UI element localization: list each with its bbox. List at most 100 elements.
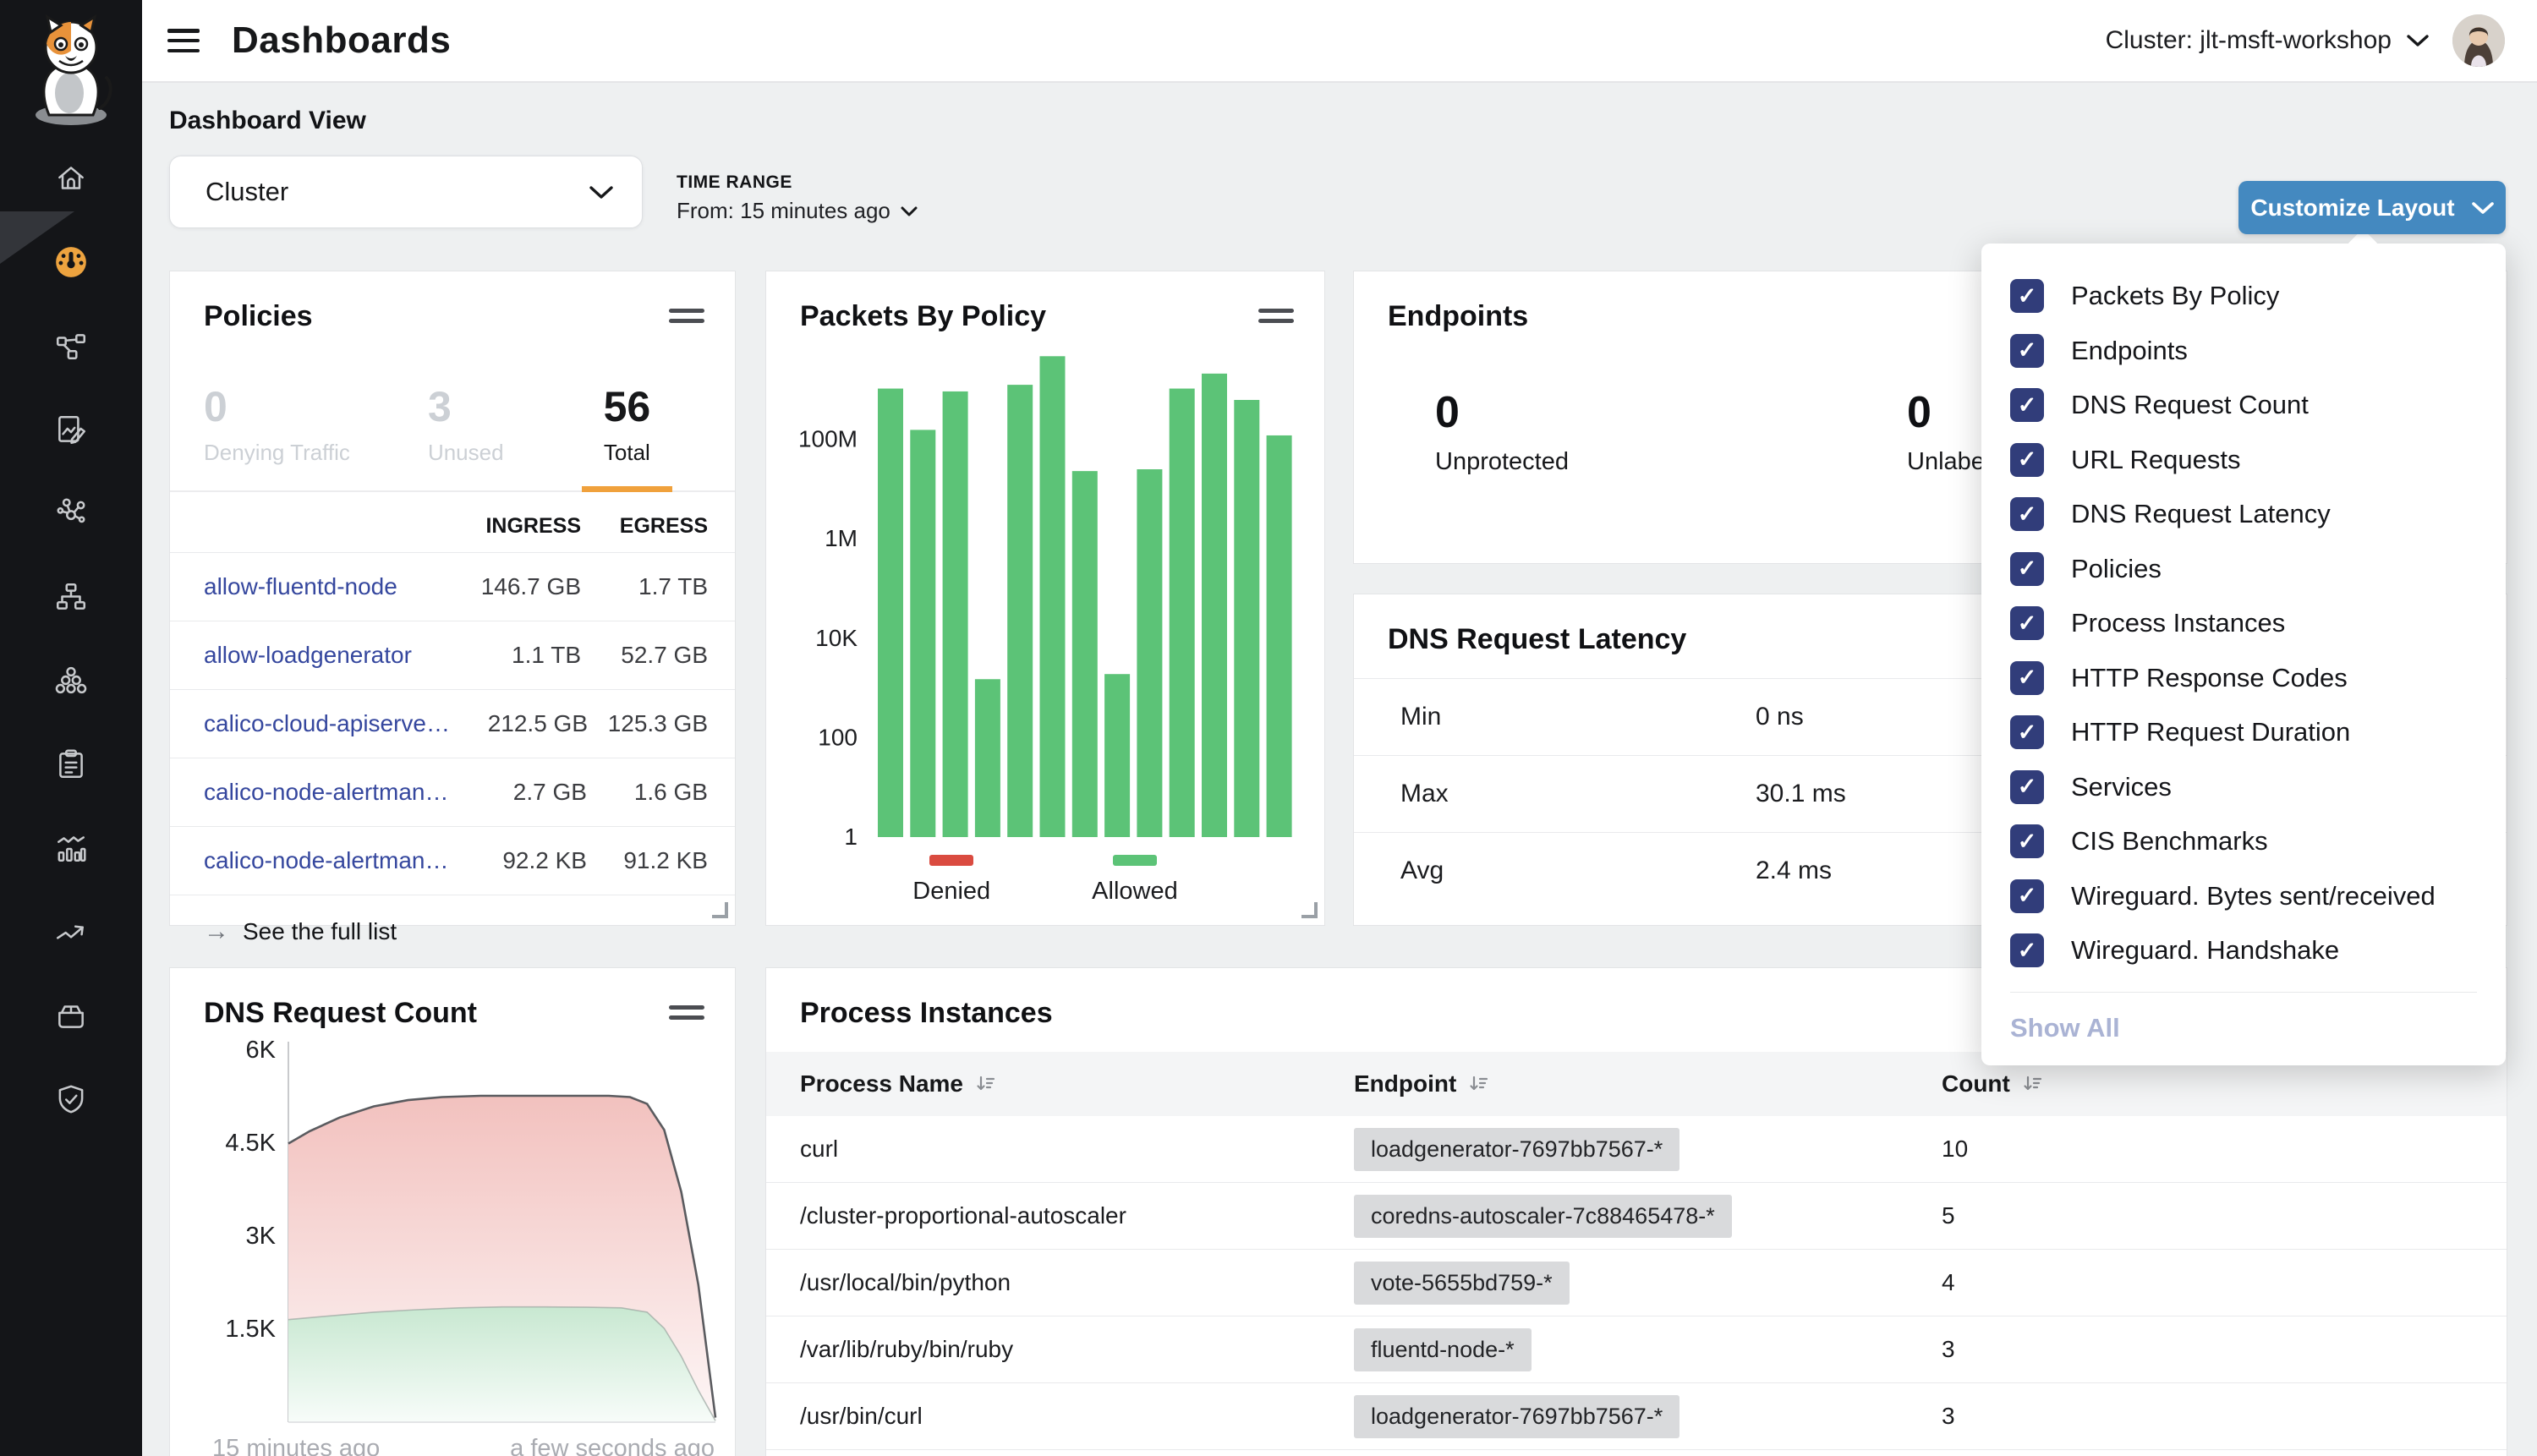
sidebar-item-home[interactable]: [52, 159, 90, 198]
customize-menu-item[interactable]: ✓DNS Request Latency: [1981, 487, 2506, 542]
customize-layout-button[interactable]: Customize Layout: [2238, 181, 2506, 234]
checkbox-checked-icon[interactable]: ✓: [2010, 770, 2044, 804]
sidebar-item-dashboards[interactable]: [52, 243, 90, 282]
policies-stat-denying-traffic[interactable]: 0Denying Traffic: [204, 382, 350, 490]
checkbox-checked-icon[interactable]: ✓: [2010, 933, 2044, 967]
dns-area-chart: 6K4.5K3K1.5K: [170, 1030, 735, 1438]
checkbox-checked-icon[interactable]: ✓: [2010, 715, 2044, 749]
packets-chart-legend: Denied Allowed: [766, 855, 1324, 906]
sidebar-item-policy-editor[interactable]: [52, 410, 90, 449]
cluster-selector[interactable]: Cluster: jlt-msft-workshop: [2106, 26, 2429, 55]
drag-handle-icon[interactable]: [1258, 309, 1294, 329]
checkbox-checked-icon[interactable]: ✓: [2010, 279, 2044, 313]
home-icon: [53, 161, 89, 196]
chevron-down-icon: [589, 185, 613, 200]
checkbox-checked-icon[interactable]: ✓: [2010, 661, 2044, 695]
process-name: /var/lib/ruby/bin/ruby: [800, 1336, 1013, 1363]
endpoint-chip: loadgenerator-7697bb7567-*: [1354, 1395, 1679, 1438]
policies-table: allow-fluentd-node146.7 GB1.7 TBallow-lo…: [170, 552, 735, 895]
column-header-count[interactable]: Count: [1942, 1070, 2042, 1097]
checkbox-checked-icon[interactable]: ✓: [2010, 879, 2044, 913]
sidebar-item-trends[interactable]: [52, 912, 90, 951]
menu-toggle-icon[interactable]: [167, 29, 200, 52]
chevron-down-icon: [2407, 34, 2429, 47]
column-header-ingress[interactable]: INGRESS: [437, 514, 581, 539]
sidebar-item-service-graph[interactable]: [52, 494, 90, 533]
policies-stats: 0Denying Traffic 3Unused 56Total: [170, 333, 735, 492]
count-value: 3: [1942, 1403, 1955, 1430]
count-value: 3: [1942, 1336, 1955, 1363]
drag-handle-icon[interactable]: [669, 1005, 704, 1026]
customize-menu-item[interactable]: ✓HTTP Response Codes: [1981, 651, 2506, 706]
column-header-process-name[interactable]: Process Name: [800, 1070, 995, 1097]
topbar: Dashboards Cluster: jlt-msft-workshop: [142, 0, 2537, 83]
customize-menu-item[interactable]: ✓CIS Benchmarks: [1981, 814, 2506, 869]
customize-layout-menu: ✓Packets By Policy✓Endpoints✓DNS Request…: [1981, 244, 2506, 1065]
policy-link[interactable]: allow-fluentd-node: [197, 573, 397, 600]
time-range-control[interactable]: TIME RANGE From: 15 minutes ago: [677, 172, 918, 224]
show-all-link[interactable]: Show All: [2010, 992, 2477, 1043]
checkbox-checked-icon[interactable]: ✓: [2010, 334, 2044, 368]
dashboard-view-select[interactable]: Cluster: [169, 156, 643, 228]
sidebar-item-workloads[interactable]: [52, 661, 90, 700]
sidebar-nav: [0, 159, 142, 1119]
sidebar-item-network-hierarchy[interactable]: [52, 577, 90, 616]
policy-link[interactable]: calico-cloud-apiserver-…: [197, 710, 452, 737]
customize-menu-item[interactable]: ✓Endpoints: [1981, 324, 2506, 379]
column-header-egress[interactable]: EGRESS: [581, 514, 708, 539]
count-value: 4: [1942, 1269, 1955, 1296]
sidebar-item-packages[interactable]: [52, 996, 90, 1035]
packets-bar-chart: 100M1M10K1001: [766, 333, 1324, 850]
see-full-list-link[interactable]: → See the full list: [170, 895, 735, 968]
customize-menu-item[interactable]: ✓URL Requests: [1981, 433, 2506, 488]
svg-text:100M: 100M: [798, 426, 858, 452]
sidebar-item-security[interactable]: [52, 1080, 90, 1119]
checkbox-checked-icon[interactable]: ✓: [2010, 552, 2044, 586]
dns-request-count-card: DNS Request Count 6K4.5K3K1.5K 15 minute…: [169, 967, 736, 1456]
network-hierarchy-icon: [53, 579, 89, 615]
sidebar-item-network-topology[interactable]: [52, 326, 90, 365]
legend-item-denied[interactable]: Denied: [912, 855, 990, 906]
policy-row: calico-cloud-apiserver-…212.5 GB125.3 GB: [170, 689, 735, 758]
customize-menu-item[interactable]: ✓Wireguard. Handshake: [1981, 923, 2506, 978]
sidebar-item-compliance-reports[interactable]: [52, 745, 90, 784]
checkbox-checked-icon[interactable]: ✓: [2010, 497, 2044, 531]
customize-menu-item[interactable]: ✓Policies: [1981, 542, 2506, 597]
card-title: DNS Request Latency: [1388, 623, 1686, 656]
checkbox-checked-icon[interactable]: ✓: [2010, 606, 2044, 640]
policy-link[interactable]: calico-node-alertmana…: [197, 847, 450, 874]
customize-menu-item[interactable]: ✓Packets By Policy: [1981, 269, 2506, 324]
policy-link[interactable]: calico-node-alertmana…: [197, 779, 450, 806]
ingress-value: 2.7 GB: [450, 779, 587, 806]
checkbox-checked-icon[interactable]: ✓: [2010, 388, 2044, 422]
process-name: /usr/bin/curl: [800, 1403, 923, 1430]
customize-menu-item[interactable]: ✓Wireguard. Bytes sent/received: [1981, 869, 2506, 924]
egress-value: 125.3 GB: [588, 710, 708, 737]
policies-stat-total[interactable]: 56Total: [582, 382, 673, 492]
chevron-down-icon: [2472, 201, 2494, 215]
checkbox-checked-icon[interactable]: ✓: [2010, 824, 2044, 858]
column-header-endpoint[interactable]: Endpoint: [1354, 1070, 1488, 1097]
resize-handle[interactable]: [712, 902, 728, 918]
resize-handle[interactable]: [1301, 902, 1318, 918]
policy-link[interactable]: allow-loadgenerator: [197, 642, 412, 669]
user-avatar[interactable]: [2452, 14, 2505, 67]
egress-value: 91.2 KB: [587, 847, 708, 874]
process-row: /usr/bin/kube-benchcompliance-benchmarke…: [766, 1449, 2507, 1456]
card-title: Packets By Policy: [800, 300, 1046, 333]
customize-menu-item[interactable]: ✓HTTP Request Duration: [1981, 705, 2506, 760]
card-title: Process Instances: [800, 997, 1053, 1030]
customize-menu-item[interactable]: ✓DNS Request Count: [1981, 378, 2506, 433]
sidebar-item-statistics[interactable]: [52, 829, 90, 868]
process-row: /var/lib/ruby/bin/rubyfluentd-node-*3: [766, 1316, 2507, 1382]
svg-text:100: 100: [818, 724, 858, 750]
checkbox-checked-icon[interactable]: ✓: [2010, 443, 2044, 477]
drag-handle-icon[interactable]: [669, 309, 704, 329]
policies-stat-unused[interactable]: 3Unused: [428, 382, 504, 490]
svg-text:4.5K: 4.5K: [225, 1130, 276, 1157]
customize-menu-item[interactable]: ✓Process Instances: [1981, 596, 2506, 651]
legend-item-allowed[interactable]: Allowed: [1092, 855, 1178, 906]
card-title: Endpoints: [1388, 300, 1528, 333]
view-select-value: Cluster: [205, 177, 288, 207]
customize-menu-item[interactable]: ✓Services: [1981, 760, 2506, 815]
